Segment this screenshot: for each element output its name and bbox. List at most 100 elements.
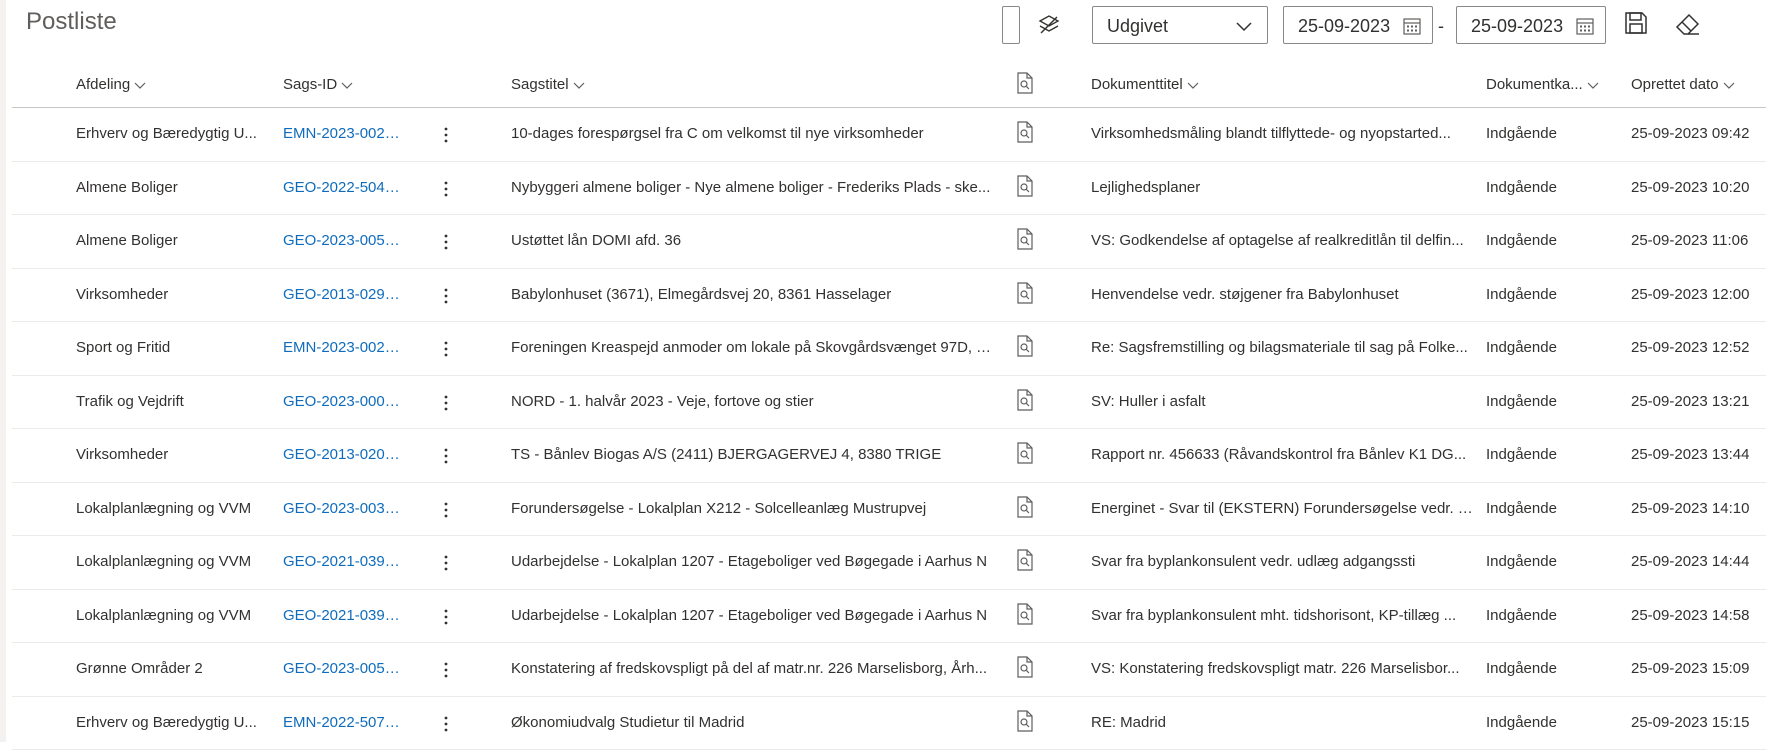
cell-sags-id-link[interactable]: GEO-2023-0035... xyxy=(283,500,405,517)
document-preview-icon[interactable] xyxy=(1015,121,1035,143)
table-row[interactable]: Lokalplanlægning og VVM GEO-2021-0399...… xyxy=(12,536,1766,590)
cell-dokumenttitel: Lejlighedsplaner xyxy=(1091,179,1473,196)
cell-afdeling: Grønne Områder 2 xyxy=(76,660,258,677)
filter-clear-icon[interactable] xyxy=(1036,12,1062,38)
table-row[interactable]: Almene Boliger GEO-2022-5041... Nybygger… xyxy=(12,162,1766,216)
cell-sags-id-link[interactable]: GEO-2023-0000... xyxy=(283,393,405,410)
more-options-icon[interactable] xyxy=(440,178,452,200)
document-preview-icon[interactable] xyxy=(1015,656,1035,678)
cell-dokumenttitel: Virksomhedsmåling blandt tilflyttede- og… xyxy=(1091,125,1473,142)
column-header-afdeling[interactable]: Afdeling xyxy=(76,76,146,93)
calendar-icon[interactable] xyxy=(1402,16,1422,36)
more-options-icon[interactable] xyxy=(440,552,452,574)
cell-sags-id-link[interactable]: GEO-2023-0051... xyxy=(283,660,405,677)
cell-sagstitel: NORD - 1. halvår 2023 - Veje, fortove og… xyxy=(511,393,991,410)
cell-sagstitel: Ustøttet lån DOMI afd. 36 xyxy=(511,232,991,249)
cell-dokumenttitel: RE: Madrid xyxy=(1091,714,1473,731)
cell-sags-id-link[interactable]: GEO-2023-0051... xyxy=(283,232,405,249)
cell-sags-id-link[interactable]: GEO-2013-0209... xyxy=(283,446,405,463)
document-preview-icon[interactable] xyxy=(1015,549,1035,571)
calendar-icon[interactable] xyxy=(1575,16,1595,36)
cell-sags-id-link[interactable]: GEO-2021-0399... xyxy=(283,607,405,624)
grid-body: Erhverv og Bæredygtig U... EMN-2023-0021… xyxy=(12,108,1766,750)
cell-dokumentkategori: Indgående xyxy=(1486,660,1606,677)
table-row[interactable]: Trafik og Vejdrift GEO-2023-0000... NORD… xyxy=(12,376,1766,430)
document-preview-icon[interactable] xyxy=(1015,282,1035,304)
cell-afdeling: Trafik og Vejdrift xyxy=(76,393,258,410)
save-icon[interactable] xyxy=(1623,10,1649,36)
cell-sagstitel: Udarbejdelse - Lokalplan 1207 - Etagebol… xyxy=(511,553,991,570)
more-options-icon[interactable] xyxy=(440,713,452,735)
more-options-icon[interactable] xyxy=(440,285,452,307)
more-options-icon[interactable] xyxy=(440,231,452,253)
cell-oprettet-dato: 25-09-2023 10:20 xyxy=(1631,179,1766,196)
cell-dokumenttitel: SV: Huller i asfalt xyxy=(1091,393,1473,410)
table-row[interactable]: Erhverv og Bæredygtig U... EMN-2023-0021… xyxy=(12,108,1766,162)
document-preview-icon[interactable] xyxy=(1015,335,1035,357)
cell-oprettet-dato: 25-09-2023 15:09 xyxy=(1631,660,1766,677)
cell-oprettet-dato: 25-09-2023 13:44 xyxy=(1631,446,1766,463)
eraser-icon[interactable] xyxy=(1674,10,1702,38)
document-preview-icon[interactable] xyxy=(1015,710,1035,732)
document-preview-icon xyxy=(1015,72,1035,94)
more-options-icon[interactable] xyxy=(440,659,452,681)
more-options-icon[interactable] xyxy=(440,445,452,467)
chevron-down-icon xyxy=(1723,79,1735,91)
document-preview-icon[interactable] xyxy=(1015,603,1035,625)
cell-dokumentkategori: Indgående xyxy=(1486,553,1606,570)
table-row[interactable]: Virksomheder GEO-2013-0296... Babylonhus… xyxy=(12,269,1766,323)
cell-sags-id-link[interactable]: EMN-2023-0021... xyxy=(283,339,405,356)
document-preview-icon[interactable] xyxy=(1015,389,1035,411)
more-options-icon[interactable] xyxy=(440,499,452,521)
column-header-sagstitel[interactable]: Sagstitel xyxy=(511,76,585,93)
column-header-dokumentkategori[interactable]: Dokumentka... xyxy=(1486,76,1599,93)
table-row[interactable]: Sport og Fritid EMN-2023-0021... Forenin… xyxy=(12,322,1766,376)
cell-sagstitel: Foreningen Kreaspejd anmoder om lokale p… xyxy=(511,339,991,356)
more-options-icon[interactable] xyxy=(440,392,452,414)
status-dropdown[interactable]: Udgivet xyxy=(1092,6,1268,44)
column-header-oprettet-dato[interactable]: Oprettet dato xyxy=(1631,76,1735,93)
chevron-down-icon xyxy=(1187,79,1199,91)
cell-afdeling: Erhverv og Bæredygtig U... xyxy=(76,125,258,142)
table-row[interactable]: Grønne Områder 2 GEO-2023-0051... Konsta… xyxy=(12,643,1766,697)
document-preview-icon[interactable] xyxy=(1015,175,1035,197)
column-header-preview[interactable] xyxy=(1015,72,1035,94)
table-row[interactable]: Almene Boliger GEO-2023-0051... Ustøttet… xyxy=(12,215,1766,269)
date-to-field[interactable]: 25-09-2023 xyxy=(1456,6,1606,44)
cell-sagstitel: Nybyggeri almene boliger - Nye almene bo… xyxy=(511,179,991,196)
more-options-icon[interactable] xyxy=(440,606,452,628)
cell-afdeling: Almene Boliger xyxy=(76,232,258,249)
document-preview-icon[interactable] xyxy=(1015,442,1035,464)
cell-dokumenttitel: Re: Sagsfremstilling og bilagsmateriale … xyxy=(1091,339,1473,356)
search-input[interactable] xyxy=(1002,6,1020,44)
more-options-icon[interactable] xyxy=(440,338,452,360)
cell-sags-id-link[interactable]: GEO-2013-0296... xyxy=(283,286,405,303)
cell-dokumenttitel: Svar fra byplankonsulent vedr. udlæg adg… xyxy=(1091,553,1473,570)
cell-dokumenttitel: Energinet - Svar til (EKSTERN) Forunders… xyxy=(1091,500,1473,517)
cell-dokumenttitel: Rapport nr. 456633 (Råvandskontrol fra B… xyxy=(1091,446,1473,463)
date-from-field[interactable]: 25-09-2023 xyxy=(1283,6,1433,44)
table-row[interactable]: Virksomheder GEO-2013-0209... TS - Bånle… xyxy=(12,429,1766,483)
table-row[interactable]: Lokalplanlægning og VVM GEO-2021-0399...… xyxy=(12,590,1766,644)
table-row[interactable]: Lokalplanlægning og VVM GEO-2023-0035...… xyxy=(12,483,1766,537)
cell-sags-id-link[interactable]: GEO-2022-5041... xyxy=(283,179,405,196)
cell-afdeling: Sport og Fritid xyxy=(76,339,258,356)
more-options-icon[interactable] xyxy=(440,124,452,146)
cell-sagstitel: Udarbejdelse - Lokalplan 1207 - Etagebol… xyxy=(511,607,991,624)
cell-afdeling: Lokalplanlægning og VVM xyxy=(76,607,258,624)
column-header-sags-id[interactable]: Sags-ID xyxy=(283,76,353,93)
cell-sags-id-link[interactable]: GEO-2021-0399... xyxy=(283,553,405,570)
chevron-down-icon xyxy=(341,79,353,91)
cell-afdeling: Lokalplanlægning og VVM xyxy=(76,500,258,517)
cell-sags-id-link[interactable]: EMN-2023-0021... xyxy=(283,125,405,142)
cell-afdeling: Almene Boliger xyxy=(76,179,258,196)
document-preview-icon[interactable] xyxy=(1015,496,1035,518)
cell-afdeling: Virksomheder xyxy=(76,446,258,463)
cell-sags-id-link[interactable]: EMN-2022-5075... xyxy=(283,714,405,731)
cell-dokumenttitel: VS: Konstatering fredskovspligt matr. 22… xyxy=(1091,660,1473,677)
column-header-dokumenttitel[interactable]: Dokumenttitel xyxy=(1091,76,1199,93)
cell-oprettet-dato: 25-09-2023 14:44 xyxy=(1631,553,1766,570)
document-preview-icon[interactable] xyxy=(1015,228,1035,250)
cell-oprettet-dato: 25-09-2023 14:10 xyxy=(1631,500,1766,517)
cell-dokumentkategori: Indgående xyxy=(1486,339,1606,356)
